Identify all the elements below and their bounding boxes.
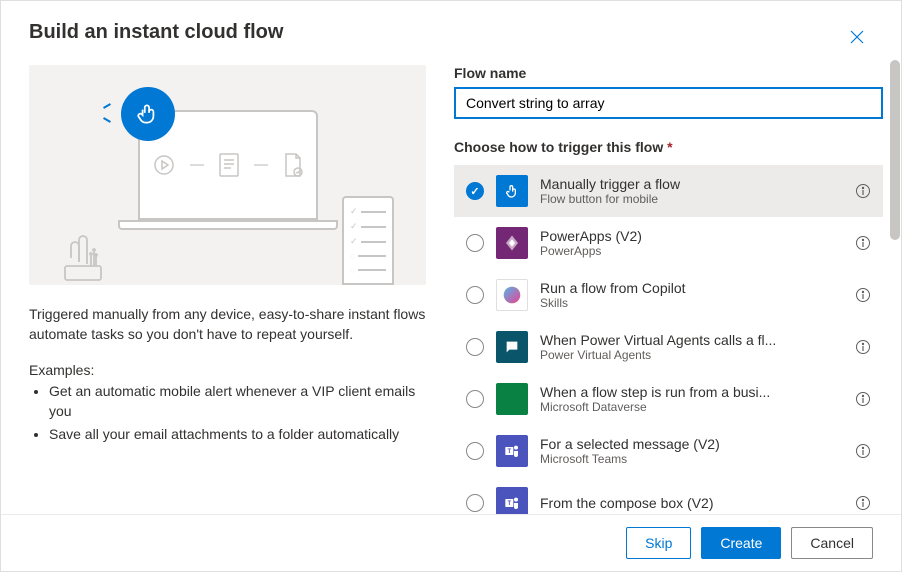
trigger-text: When a flow step is run from a busi...Mi… bbox=[540, 384, 843, 414]
left-panel: ✓ ✓ ✓ ○ ○ Triggered manually from any de… bbox=[29, 65, 454, 514]
trigger-title: When a flow step is run from a busi... bbox=[540, 384, 843, 400]
trigger-item[interactable]: Run a flow from CopilotSkills bbox=[454, 269, 883, 321]
close-icon bbox=[849, 29, 865, 45]
trigger-text: For a selected message (V2)Microsoft Tea… bbox=[540, 436, 843, 466]
trigger-subtitle: Microsoft Teams bbox=[540, 452, 843, 466]
radio-unchecked-icon[interactable] bbox=[466, 390, 484, 408]
radio-unchecked-icon[interactable] bbox=[466, 338, 484, 356]
trigger-connector-icon: T bbox=[496, 435, 528, 467]
trigger-text: PowerApps (V2)PowerApps bbox=[540, 228, 843, 258]
info-icon[interactable] bbox=[855, 443, 871, 459]
examples-label: Examples: bbox=[29, 362, 426, 378]
trigger-title: PowerApps (V2) bbox=[540, 228, 843, 244]
dialog-footer: Skip Create Cancel bbox=[1, 514, 901, 571]
info-icon[interactable] bbox=[855, 339, 871, 355]
trigger-title: Run a flow from Copilot bbox=[540, 280, 843, 296]
radio-unchecked-icon[interactable] bbox=[466, 442, 484, 460]
trigger-item[interactable]: Manually trigger a flowFlow button for m… bbox=[454, 165, 883, 217]
touch-icon bbox=[121, 87, 175, 141]
example-item: Get an automatic mobile alert whenever a… bbox=[49, 382, 426, 421]
trigger-subtitle: Microsoft Dataverse bbox=[540, 400, 843, 414]
cactus-icon bbox=[61, 226, 105, 285]
flow-name-input[interactable] bbox=[454, 87, 883, 119]
trigger-subtitle: Power Virtual Agents bbox=[540, 348, 843, 362]
trigger-text: Manually trigger a flowFlow button for m… bbox=[540, 176, 843, 206]
trigger-title: For a selected message (V2) bbox=[540, 436, 843, 452]
trigger-title: From the compose box (V2) bbox=[540, 495, 843, 511]
radio-unchecked-icon[interactable] bbox=[466, 494, 484, 512]
trigger-item[interactable]: PowerApps (V2)PowerApps bbox=[454, 217, 883, 269]
radio-unchecked-icon[interactable] bbox=[466, 234, 484, 252]
trigger-text: From the compose box (V2) bbox=[540, 495, 843, 511]
trigger-subtitle: Skills bbox=[540, 296, 843, 310]
example-item: Save all your email attachments to a fol… bbox=[49, 425, 426, 445]
trigger-subtitle: PowerApps bbox=[540, 244, 843, 258]
trigger-connector-icon bbox=[496, 279, 528, 311]
play-icon bbox=[152, 153, 176, 177]
trigger-title: Manually trigger a flow bbox=[540, 176, 843, 192]
info-icon[interactable] bbox=[855, 235, 871, 251]
flow-name-label: Flow name bbox=[454, 65, 883, 81]
trigger-item[interactable]: T From the compose box (V2) bbox=[454, 477, 883, 514]
illustration: ✓ ✓ ✓ ○ ○ bbox=[29, 65, 426, 285]
trigger-item[interactable]: When Power Virtual Agents calls a fl...P… bbox=[454, 321, 883, 373]
trigger-item[interactable]: When a flow step is run from a busi...Mi… bbox=[454, 373, 883, 425]
dialog-body: ✓ ✓ ✓ ○ ○ Triggered manually from any de… bbox=[1, 65, 901, 514]
info-icon[interactable] bbox=[855, 183, 871, 199]
right-panel: Flow name Choose how to trigger this flo… bbox=[454, 65, 901, 514]
svg-text:T: T bbox=[507, 501, 511, 507]
trigger-list: Manually trigger a flowFlow button for m… bbox=[454, 165, 883, 514]
scrollbar-thumb[interactable] bbox=[890, 65, 900, 240]
dialog-title: Build an instant cloud flow bbox=[29, 21, 283, 44]
trigger-connector-icon bbox=[496, 227, 528, 259]
dialog-header: Build an instant cloud flow bbox=[1, 1, 901, 65]
close-button[interactable] bbox=[841, 21, 873, 53]
trigger-label: Choose how to trigger this flow * bbox=[454, 139, 883, 155]
trigger-connector-icon: T bbox=[496, 487, 528, 514]
radio-checked-icon[interactable] bbox=[466, 182, 484, 200]
description-text: Triggered manually from any device, easy… bbox=[29, 305, 426, 344]
svg-text:T: T bbox=[507, 449, 511, 455]
skip-button[interactable]: Skip bbox=[626, 527, 691, 559]
info-icon[interactable] bbox=[855, 495, 871, 511]
create-button[interactable]: Create bbox=[701, 527, 781, 559]
dialog: Build an instant cloud flow bbox=[0, 0, 902, 572]
trigger-connector-icon bbox=[496, 175, 528, 207]
trigger-text: When Power Virtual Agents calls a fl...P… bbox=[540, 332, 843, 362]
cancel-button[interactable]: Cancel bbox=[791, 527, 873, 559]
trigger-text: Run a flow from CopilotSkills bbox=[540, 280, 843, 310]
trigger-title: When Power Virtual Agents calls a fl... bbox=[540, 332, 843, 348]
document-icon bbox=[218, 152, 240, 178]
trigger-subtitle: Flow button for mobile bbox=[540, 192, 843, 206]
trigger-connector-icon bbox=[496, 331, 528, 363]
trigger-connector-icon bbox=[496, 383, 528, 415]
info-icon[interactable] bbox=[855, 391, 871, 407]
notepad-icon: ✓ ✓ ✓ ○ ○ bbox=[342, 196, 394, 285]
examples-list: Get an automatic mobile alert whenever a… bbox=[29, 382, 426, 445]
file-check-icon bbox=[282, 152, 304, 178]
radio-unchecked-icon[interactable] bbox=[466, 286, 484, 304]
trigger-item[interactable]: T For a selected message (V2)Microsoft Te… bbox=[454, 425, 883, 477]
info-icon[interactable] bbox=[855, 287, 871, 303]
